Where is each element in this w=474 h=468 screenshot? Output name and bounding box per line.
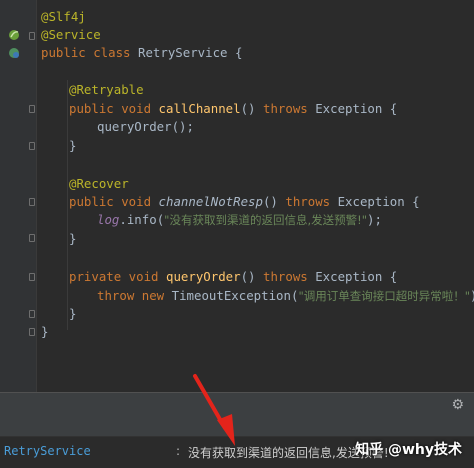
code-text: .info( (119, 212, 165, 227)
keyword: throw new (97, 288, 172, 303)
gear-icon[interactable]: ⚙ (451, 397, 464, 413)
code-line[interactable]: private void queryOrder() throws Excepti… (69, 268, 397, 286)
code-line[interactable]: @Service (41, 26, 101, 44)
keyword: public class (41, 45, 138, 60)
code-line[interactable]: queryOrder(); (97, 118, 194, 136)
code-editor[interactable]: @Slf4j @Service public class RetryServic… (37, 0, 474, 392)
method-name: callChannel (158, 101, 241, 116)
console-output: RetryService : 没有获取到渠道的返回信息,发送预警! 知乎 @wh… (0, 436, 474, 468)
watermark: 知乎 @why技术 (355, 442, 462, 458)
code-text: } (69, 138, 77, 153)
code-line[interactable]: @Slf4j (41, 8, 86, 26)
annotation: @Recover (69, 176, 129, 191)
log-separator: : (176, 444, 181, 458)
code-text: } (69, 231, 77, 246)
keyword: throws (285, 194, 338, 209)
keyword: throws (262, 101, 316, 116)
code-text: { (227, 45, 243, 60)
string-literal: "没有获取到渠道的返回信息,发送预警!" (164, 213, 367, 227)
code-text: () (240, 269, 263, 284)
code-line[interactable]: public void channelNotResp() throws Exce… (69, 193, 420, 211)
method-name: channelNotResp (158, 194, 263, 209)
fold-marker[interactable] (29, 273, 35, 281)
code-text: Exception { (337, 194, 420, 209)
code-line[interactable]: @Retryable (69, 81, 144, 99)
code-text: Exception { (315, 269, 398, 284)
code-line[interactable]: } (41, 323, 48, 341)
code-line[interactable]: public class RetryService { (41, 44, 242, 62)
code-text: () (240, 101, 263, 116)
code-line[interactable]: } (69, 230, 76, 248)
fold-marker[interactable] (29, 32, 35, 40)
field-name: log (97, 212, 120, 227)
annotation: @Slf4j (41, 9, 86, 24)
fold-marker[interactable] (29, 198, 35, 206)
logger-name: RetryService (4, 444, 91, 458)
annotation: @Service (41, 27, 101, 42)
fold-marker[interactable] (29, 328, 35, 336)
keyword: public void (69, 101, 159, 116)
method-name: queryOrder (165, 269, 241, 284)
string-literal: "调用订单查询接口超时异常啦！" (298, 289, 471, 303)
keyword: private void (69, 269, 166, 284)
spring-bean-icon[interactable] (8, 29, 20, 41)
fold-marker[interactable] (29, 310, 35, 318)
code-line[interactable]: } (69, 305, 76, 323)
code-text: () (262, 194, 286, 209)
code-text: Exception { (315, 101, 398, 116)
class-name: RetryService (137, 45, 228, 60)
keyword: public void (69, 194, 159, 209)
code-line[interactable]: @Recover (69, 175, 129, 193)
code-line[interactable]: log.info("没有获取到渠道的返回信息,发送预警!"); (97, 211, 382, 229)
code-text: TimeoutException( (171, 288, 299, 303)
spring-bean-icon[interactable] (8, 47, 20, 59)
run-toolbar: ⚙ (0, 392, 474, 436)
code-text: queryOrder(); (97, 119, 194, 134)
code-line[interactable]: public void callChannel() throws Excepti… (69, 100, 397, 118)
code-text: } (41, 324, 49, 339)
editor-gutter (0, 0, 37, 392)
code-text: } (69, 306, 77, 321)
code-text: ); (367, 212, 382, 227)
indent-guide (67, 80, 68, 330)
fold-marker[interactable] (29, 142, 35, 150)
keyword: throws (262, 269, 316, 284)
code-line[interactable]: throw new TimeoutException("调用订单查询接口超时异常… (97, 287, 474, 305)
code-line[interactable]: } (69, 137, 76, 155)
fold-marker[interactable] (29, 234, 35, 242)
code-text: ); (470, 288, 474, 303)
annotation: @Retryable (69, 82, 144, 97)
fold-marker[interactable] (29, 105, 35, 113)
